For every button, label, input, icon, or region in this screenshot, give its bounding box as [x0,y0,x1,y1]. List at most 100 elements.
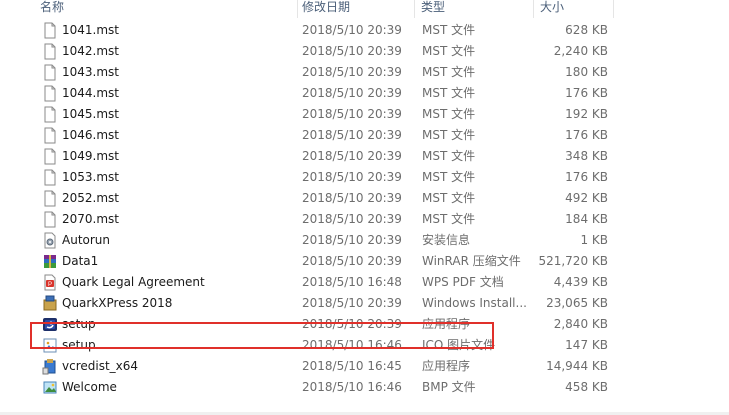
file-row[interactable]: setup 2018/5/10 20:39 应用程序 2,840 KB [0,314,729,335]
file-name: QuarkXPress 2018 [62,296,173,310]
file-name: Welcome [62,380,117,394]
file-type: MST 文件 [422,65,476,79]
file-type: BMP 文件 [422,380,476,394]
column-header: 名称 修改日期 类型 大小 [0,0,729,20]
file-type: MST 文件 [422,107,476,121]
column-header-size[interactable]: 大小 [534,0,614,18]
file-row[interactable]: 1043.mst 2018/5/10 20:39 MST 文件 180 KB [0,62,729,83]
file-size: 192 KB [565,107,608,121]
setup-app-icon [42,316,58,333]
file-name: 1042.mst [62,44,119,58]
file-name: 2052.mst [62,191,119,205]
file-size: 147 KB [565,338,608,352]
file-type: WinRAR 压缩文件 [422,254,521,268]
file-row[interactable]: 1041.mst 2018/5/10 20:39 MST 文件 628 KB [0,20,729,41]
file-date-modified: 2018/5/10 20:39 [302,170,402,184]
file-type: MST 文件 [422,128,476,142]
installer-package-icon [42,295,58,312]
document-icon [42,64,58,81]
document-icon [42,148,58,165]
file-row[interactable]: Welcome 2018/5/10 16:46 BMP 文件 458 KB [0,377,729,398]
file-row[interactable]: 1044.mst 2018/5/10 20:39 MST 文件 176 KB [0,83,729,104]
file-date-modified: 2018/5/10 20:39 [302,65,402,79]
file-type: 应用程序 [422,317,471,331]
file-name: 1046.mst [62,128,119,142]
file-size: 458 KB [565,380,608,394]
file-date-modified: 2018/5/10 20:39 [302,149,402,163]
file-size: 521,720 KB [538,254,608,268]
document-icon [42,106,58,123]
file-row[interactable]: 1053.mst 2018/5/10 20:39 MST 文件 176 KB [0,167,729,188]
winrar-archive-icon [42,253,58,270]
file-date-modified: 2018/5/10 20:39 [302,254,402,268]
installer-app-icon [42,358,58,375]
file-row[interactable]: 1046.mst 2018/5/10 20:39 MST 文件 176 KB [0,125,729,146]
file-type: MST 文件 [422,86,476,100]
file-row[interactable]: Autorun 2018/5/10 20:39 安装信息 1 KB [0,230,729,251]
file-name: 1044.mst [62,86,119,100]
file-name: 1043.mst [62,65,119,79]
file-row[interactable]: QuarkXPress 2018 2018/5/10 20:39 Windows I… [0,293,729,314]
file-name: 1049.mst [62,149,119,163]
file-name: setup [62,317,96,331]
file-row[interactable]: setup 2018/5/10 16:46 ICO 图片文件 147 KB [0,335,729,356]
file-row[interactable]: P Quark Legal Agreement 2018/5/10 16:48 WPS… [0,272,729,293]
file-name: Data1 [62,254,99,268]
file-date-modified: 2018/5/10 16:46 [302,338,402,352]
document-icon [42,85,58,102]
file-row[interactable]: 1045.mst 2018/5/10 20:39 MST 文件 192 KB [0,104,729,125]
file-type: 应用程序 [422,359,471,373]
file-name: 1045.mst [62,107,119,121]
file-type: MST 文件 [422,44,476,58]
file-date-modified: 2018/5/10 20:39 [302,44,402,58]
document-icon [42,211,58,228]
file-date-modified: 2018/5/10 20:39 [302,212,402,226]
file-date-modified: 2018/5/10 20:39 [302,296,402,310]
file-size: 1 KB [580,233,608,247]
column-header-type[interactable]: 类型 [415,0,534,18]
file-date-modified: 2018/5/10 20:39 [302,233,402,247]
file-date-modified: 2018/5/10 16:46 [302,380,402,394]
file-size: 492 KB [565,191,608,205]
file-name: vcredist_x64 [62,359,139,373]
file-name: 1053.mst [62,170,119,184]
file-name: 2070.mst [62,212,119,226]
file-size: 14,944 KB [546,359,608,373]
file-size: 176 KB [565,86,608,100]
file-size: 184 KB [565,212,608,226]
file-size: 180 KB [565,65,608,79]
file-row[interactable]: Data1 2018/5/10 20:39 WinRAR 压缩文件 521,720 K… [0,251,729,272]
file-row[interactable]: 2070.mst 2018/5/10 20:39 MST 文件 184 KB [0,209,729,230]
svg-text:P: P [48,282,52,288]
file-size: 2,240 KB [553,44,608,58]
bitmap-file-icon [42,379,58,396]
column-header-name[interactable]: 名称 [34,0,298,18]
file-date-modified: 2018/5/10 20:39 [302,107,402,121]
column-header-date[interactable]: 修改日期 [296,0,415,18]
document-icon [42,43,58,60]
file-date-modified: 2018/5/10 16:45 [302,359,402,373]
file-size: 348 KB [565,149,608,163]
file-type: WPS PDF 文档 [422,275,504,289]
file-size: 2,840 KB [553,317,608,331]
file-type: MST 文件 [422,149,476,163]
file-size: 176 KB [565,128,608,142]
file-date-modified: 2018/5/10 20:39 [302,128,402,142]
file-type: MST 文件 [422,170,476,184]
pdf-icon: P [42,274,58,291]
file-date-modified: 2018/5/10 16:48 [302,275,402,289]
file-row[interactable]: vcredist_x64 2018/5/10 16:45 应用程序 14,944 KB [0,356,729,377]
file-date-modified: 2018/5/10 20:39 [302,23,402,37]
file-row[interactable]: 1049.mst 2018/5/10 20:39 MST 文件 348 KB [0,146,729,167]
file-name: setup [62,338,96,352]
file-size: 4,439 KB [553,275,608,289]
file-date-modified: 2018/5/10 20:39 [302,191,402,205]
file-row[interactable]: 2052.mst 2018/5/10 20:39 MST 文件 492 KB [0,188,729,209]
file-size: 628 KB [565,23,608,37]
file-name: Autorun [62,233,111,247]
file-size: 176 KB [565,170,608,184]
file-date-modified: 2018/5/10 20:39 [302,86,402,100]
settings-file-icon [42,232,58,249]
file-row[interactable]: 1042.mst 2018/5/10 20:39 MST 文件 2,240 KB [0,41,729,62]
document-icon [42,169,58,186]
